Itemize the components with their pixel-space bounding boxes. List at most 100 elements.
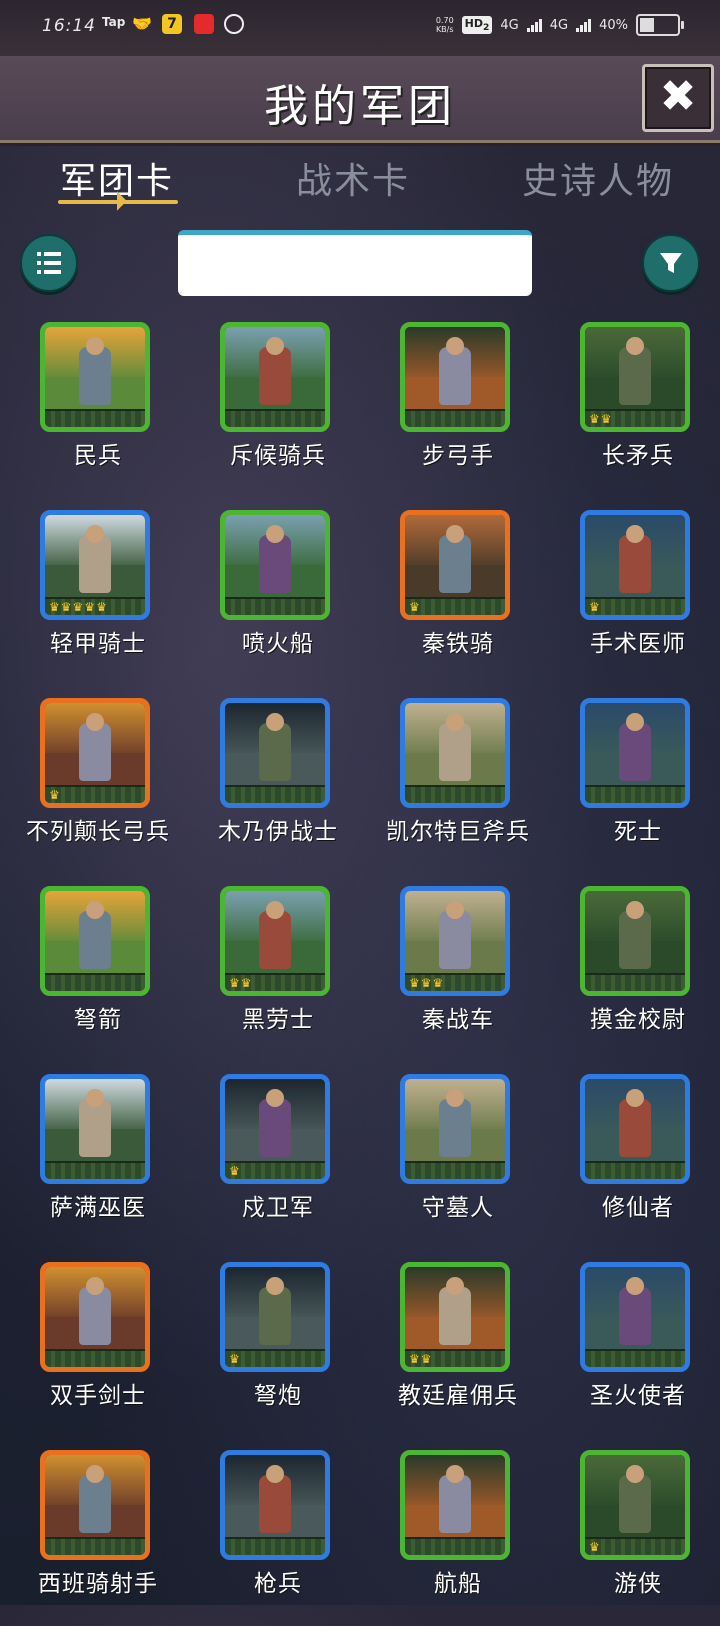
page-title: 我的军团 — [264, 81, 456, 132]
battery-fill — [640, 18, 654, 32]
card-name: 修仙者 — [602, 1195, 674, 1221]
card-name: 守墓人 — [422, 1195, 494, 1221]
card-name: 步弓手 — [422, 443, 494, 469]
search-input[interactable] — [178, 230, 532, 296]
unit-card[interactable]: 斥候骑兵 — [188, 318, 368, 498]
unit-card[interactable]: 修仙者 — [548, 1070, 720, 1250]
card-frame: ♛ ♛ — [220, 886, 330, 996]
card-name: 民兵 — [74, 443, 122, 469]
unit-card[interactable]: 西班骑射手 — [8, 1446, 188, 1626]
crown-icon: ♛ — [420, 976, 432, 990]
unit-card[interactable]: ♛ 不列颠长弓兵 — [8, 694, 188, 874]
crown-icon: ♛ — [229, 1352, 240, 1366]
battery-percent: 40% — [599, 17, 628, 33]
card-grass-strip — [405, 785, 505, 803]
crown-rating: ♛ — [409, 601, 420, 613]
crown-icon: ♛ — [589, 412, 600, 426]
unit-card[interactable]: 民兵 — [8, 318, 188, 498]
card-grass-strip — [585, 597, 685, 615]
unit-card[interactable]: ♛ 弩炮 — [188, 1258, 368, 1438]
close-button[interactable]: ✖ — [642, 64, 714, 132]
filter-icon — [660, 253, 682, 273]
status-indicators: 0.70 KB/s HD2 4G 4G 40% — [435, 14, 684, 36]
card-frame — [580, 1074, 690, 1184]
card-grass-strip — [225, 1161, 325, 1179]
card-name: 游侠 — [614, 1571, 662, 1597]
card-name: 死士 — [614, 819, 662, 845]
card-grass-strip — [405, 597, 505, 615]
crown-icon: ♛ — [600, 412, 612, 426]
card-frame — [220, 1450, 330, 1560]
unit-card[interactable]: 摸金校尉 — [548, 882, 720, 1062]
card-frame: ♛ ♛ — [580, 322, 690, 432]
card-grass-strip — [405, 1537, 505, 1555]
crown-rating: ♛ — [589, 601, 600, 613]
card-name: 轻甲骑士 — [50, 631, 146, 657]
unit-card[interactable]: 弩箭 — [8, 882, 188, 1062]
card-name: 戍卫军 — [242, 1195, 314, 1221]
unit-card[interactable]: ♛ 游侠 — [548, 1446, 720, 1626]
card-frame: ♛ — [220, 1074, 330, 1184]
unit-card[interactable]: 萨满巫医 — [8, 1070, 188, 1250]
card-frame: ♛ ♛ — [400, 1262, 510, 1372]
unit-card[interactable]: 守墓人 — [368, 1070, 548, 1250]
unit-card[interactable]: 木乃伊战士 — [188, 694, 368, 874]
tab-tactic-cards[interactable]: 战术卡 — [296, 152, 410, 204]
unit-card[interactable]: 喷火船 — [188, 506, 368, 686]
unit-card[interactable]: 圣火使者 — [548, 1258, 720, 1438]
unit-card[interactable]: 双手剑士 — [8, 1258, 188, 1438]
card-frame: ♛ — [40, 698, 150, 808]
crown-icon: ♛ — [229, 1164, 240, 1178]
unit-card[interactable]: 枪兵 — [188, 1446, 368, 1626]
card-grass-strip — [585, 1537, 685, 1555]
unit-card[interactable]: ♛ ♛ 黑劳士 — [188, 882, 368, 1062]
card-frame: ♛ — [220, 1262, 330, 1372]
card-frame — [40, 1450, 150, 1560]
card-grass-strip — [45, 1161, 145, 1179]
status-time: 16:14 — [42, 16, 96, 36]
crown-icon: ♛ — [420, 1352, 432, 1366]
net-speed: 0.70 KB/s — [435, 16, 454, 34]
crown-icon: ♛ — [60, 600, 72, 614]
unit-card[interactable]: ♛ ♛ ♛ ♛ ♛ 轻甲骑士 — [8, 506, 188, 686]
close-icon: ✖ — [659, 71, 697, 122]
card-name: 弩炮 — [254, 1383, 302, 1409]
tab-epic-heroes[interactable]: 史诗人物 — [522, 152, 674, 204]
card-name: 秦战车 — [422, 1007, 494, 1033]
card-grass-strip — [45, 973, 145, 991]
card-grass-strip — [405, 1161, 505, 1179]
list-view-button[interactable] — [20, 234, 78, 292]
unit-card[interactable]: 死士 — [548, 694, 720, 874]
crown-icon: ♛ — [589, 1540, 600, 1554]
filter-button[interactable] — [642, 234, 700, 292]
card-grass-strip — [225, 409, 325, 427]
unit-card[interactable]: ♛ ♛ ♛ 秦战车 — [368, 882, 548, 1062]
red-app-icon — [194, 14, 214, 34]
card-grass-strip — [405, 409, 505, 427]
title-bar: 我的军团 ✖ — [0, 56, 720, 143]
unit-card[interactable]: ♛ ♛ 教廷雇佣兵 — [368, 1258, 548, 1438]
battery-icon — [636, 14, 684, 36]
unit-card[interactable]: 凯尔特巨斧兵 — [368, 694, 548, 874]
card-frame — [400, 1074, 510, 1184]
card-grass-strip — [225, 785, 325, 803]
unit-card[interactable]: ♛ 手术医师 — [548, 506, 720, 686]
card-name: 喷火船 — [242, 631, 314, 657]
unit-card[interactable]: 航船 — [368, 1446, 548, 1626]
unit-card[interactable]: ♛ 秦铁骑 — [368, 506, 548, 686]
signal-icon-2 — [576, 18, 592, 32]
card-name: 弩箭 — [74, 1007, 122, 1033]
crown-icon: ♛ — [72, 600, 84, 614]
unit-card[interactable]: ♛ 戍卫军 — [188, 1070, 368, 1250]
card-name: 手术医师 — [590, 631, 686, 657]
unit-card[interactable]: 步弓手 — [368, 318, 548, 498]
cloud-icon — [224, 14, 244, 34]
card-frame — [580, 698, 690, 808]
unit-card[interactable]: ♛ ♛ 长矛兵 — [548, 318, 720, 498]
card-frame: ♛ ♛ ♛ ♛ ♛ — [40, 510, 150, 620]
network-4g-1: 4G — [500, 17, 519, 33]
crown-rating: ♛ ♛ ♛ ♛ ♛ — [49, 601, 107, 613]
card-frame — [400, 698, 510, 808]
tab-bar: 军团卡 战术卡 史诗人物 — [0, 148, 720, 218]
card-name: 不列颠长弓兵 — [26, 819, 170, 845]
